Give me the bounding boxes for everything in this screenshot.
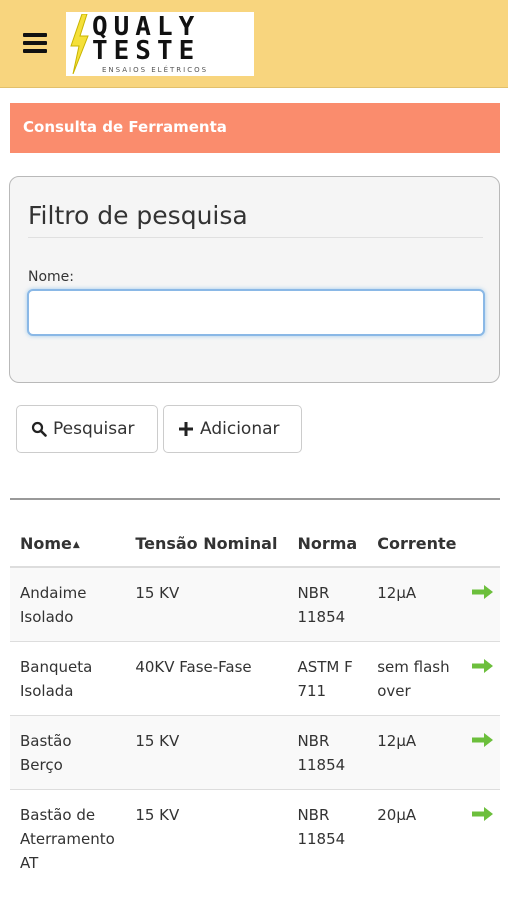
table-row[interactable]: Banqueta Isolada 40KV Fase-Fase ASTM F 7… <box>10 641 500 716</box>
add-button-label: Adicionar <box>200 419 280 439</box>
add-button[interactable]: Adicionar <box>163 405 302 453</box>
filter-title: Filtro de pesquisa <box>28 201 248 230</box>
column-header-corrente[interactable]: Corrente <box>367 520 467 568</box>
qualy-teste-logo[interactable]: QUALY TESTE ENSAIOS ELÉTRICOS <box>66 12 254 76</box>
name-input[interactable] <box>27 289 485 336</box>
column-header-nome-label: Nome <box>20 534 72 553</box>
column-header-action <box>466 520 500 568</box>
search-button[interactable]: Pesquisar <box>16 405 158 453</box>
cell-nome: Banqueta Isolada <box>10 641 126 716</box>
table-row[interactable]: Bastão de Aterramento AT 15 KV NBR 11854… <box>10 789 500 887</box>
hamburger-menu-icon[interactable] <box>23 33 47 53</box>
filter-divider <box>28 237 483 238</box>
cell-action <box>466 789 500 887</box>
arrow-right-icon[interactable] <box>472 807 494 821</box>
column-header-tensao[interactable]: Tensão Nominal <box>125 520 288 568</box>
cell-corrente: 12µA <box>367 566 467 642</box>
cell-tensao: 15 KV <box>125 566 288 642</box>
cell-nome: Bastão Berço <box>10 715 126 790</box>
cell-corrente: sem flash over <box>367 641 467 716</box>
logo-line-2: TESTE <box>92 36 201 66</box>
section-divider <box>10 498 500 500</box>
arrow-right-icon[interactable] <box>472 659 494 673</box>
cell-action <box>466 715 500 790</box>
sort-ascending-icon: ▲ <box>72 539 80 550</box>
lightning-bolt-icon <box>70 14 89 74</box>
results-table: Nome▲ Tensão Nominal Norma Corrente Anda… <box>10 520 500 887</box>
app-header: QUALY TESTE ENSAIOS ELÉTRICOS <box>0 0 508 88</box>
cell-tensao: 40KV Fase-Fase <box>125 641 288 716</box>
page-title: Consulta de Ferramenta <box>10 103 500 153</box>
cell-nome: Bastão de Aterramento AT <box>10 789 126 887</box>
table-header-row: Nome▲ Tensão Nominal Norma Corrente <box>10 520 500 568</box>
arrow-right-icon[interactable] <box>472 585 494 599</box>
table-row[interactable]: Andaime Isolado 15 KV NBR 11854 12µA <box>10 566 500 642</box>
plus-icon <box>178 421 194 437</box>
table-row[interactable]: Bastão Berço 15 KV NBR 11854 12µA <box>10 715 500 790</box>
cell-tensao: 15 KV <box>125 789 288 887</box>
cell-tensao: 15 KV <box>125 715 288 790</box>
logo-tagline: ENSAIOS ELÉTRICOS <box>102 66 209 74</box>
cell-action <box>466 641 500 716</box>
arrow-right-icon[interactable] <box>472 733 494 747</box>
name-label: Nome: <box>28 269 75 285</box>
cell-nome: Andaime Isolado <box>10 566 126 642</box>
cell-norma: ASTM F 711 <box>287 641 368 716</box>
column-header-nome[interactable]: Nome▲ <box>10 520 126 568</box>
cell-norma: NBR 11854 <box>287 715 368 790</box>
column-header-norma[interactable]: Norma <box>287 520 368 568</box>
cell-norma: NBR 11854 <box>287 789 368 887</box>
filter-panel: Filtro de pesquisa Nome: <box>9 176 500 383</box>
cell-action <box>466 566 500 642</box>
search-icon <box>31 421 47 437</box>
cell-corrente: 12µA <box>367 715 467 790</box>
cell-norma: NBR 11854 <box>287 566 368 642</box>
cell-corrente: 20µA <box>367 789 467 887</box>
search-button-label: Pesquisar <box>53 419 135 439</box>
